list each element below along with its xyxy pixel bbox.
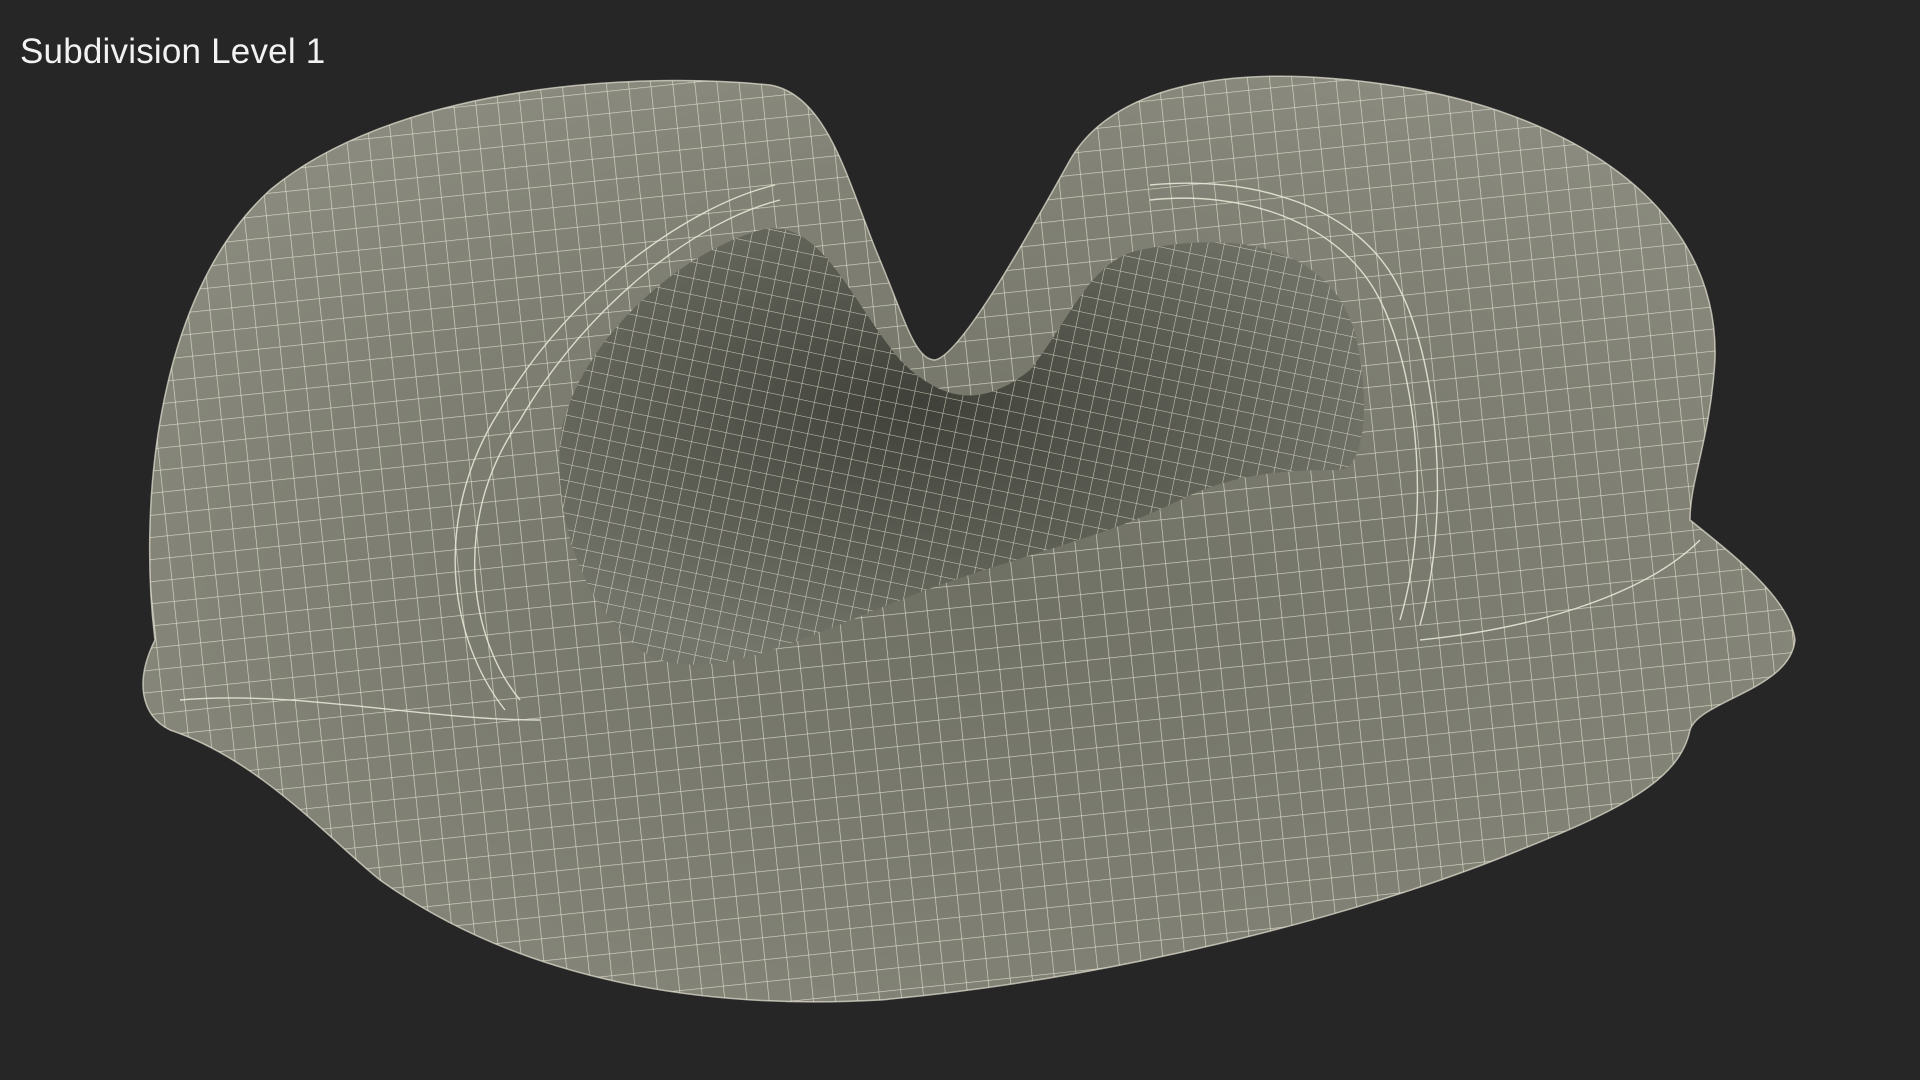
wireframe-model xyxy=(142,75,1796,1003)
render-viewport: Subdivision Level 1 xyxy=(0,0,1920,1080)
